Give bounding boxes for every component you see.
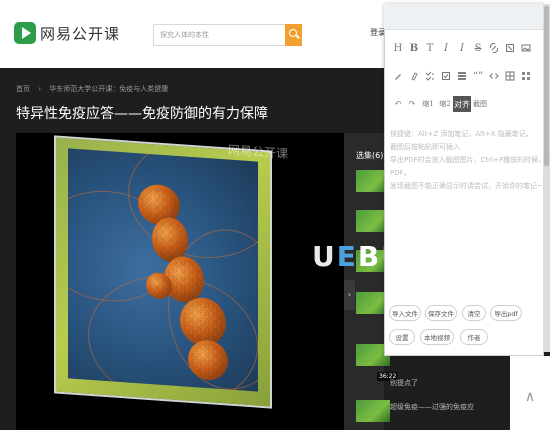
screenshot-button[interactable]: 截图 bbox=[472, 96, 488, 112]
align-button[interactable]: 对齐 bbox=[453, 96, 471, 112]
video-frame-slide bbox=[54, 135, 272, 409]
playlist-item-title[interactable]: 别提点了 bbox=[390, 378, 510, 388]
search-button[interactable] bbox=[285, 24, 302, 46]
export-pdf-button[interactable]: 导出pdf bbox=[490, 305, 522, 321]
editor-hint-line: 导出PDF时会放入截图图片，Ctrl+P播放的时候，添加为 bbox=[390, 156, 550, 164]
bold-button[interactable]: B bbox=[408, 40, 420, 56]
breadcrumb: 首页 › 华东师范大学公开课：免疫与人类健康 bbox=[16, 84, 174, 94]
checkbox-icon[interactable] bbox=[440, 68, 452, 84]
redo-button[interactable]: ↷ bbox=[406, 96, 418, 112]
breadcrumb-separator: › bbox=[38, 85, 42, 93]
lymph-tissue-illustration bbox=[68, 148, 258, 392]
save-file-button[interactable]: 保存文件 bbox=[425, 305, 457, 321]
pen-icon[interactable] bbox=[392, 68, 404, 84]
list-icon[interactable] bbox=[456, 68, 468, 84]
site-brand[interactable]: 网易公开课 bbox=[40, 23, 120, 44]
note-panel-header bbox=[384, 4, 544, 30]
playlist-collapse-button[interactable]: › bbox=[344, 280, 355, 310]
grid-icon[interactable] bbox=[520, 68, 532, 84]
settings-button[interactable]: 设置 bbox=[389, 329, 415, 345]
quote-button[interactable]: “” bbox=[472, 68, 484, 84]
editor-hint-line: 快捷键：Alt+Z 添加笔记，Alt+X 隐藏笔记， bbox=[390, 130, 533, 138]
netease-play-logo-icon[interactable] bbox=[14, 22, 36, 44]
breadcrumb-home-link[interactable]: 首页 bbox=[16, 85, 30, 93]
import-file-button[interactable]: 导入文件 bbox=[389, 305, 421, 321]
strikethrough-button[interactable]: S bbox=[472, 40, 484, 56]
italic-alt-button[interactable]: I bbox=[456, 40, 468, 56]
indent-button[interactable]: 缩1 bbox=[420, 96, 436, 112]
checklist-icon[interactable] bbox=[424, 68, 436, 84]
editor-hint-line: 发现截图不能正确显示时请尝试，开始你的笔记~ bbox=[390, 182, 543, 190]
playlist-label: 选集(6) bbox=[356, 151, 384, 160]
video-player[interactable]: 网易公开课 bbox=[16, 133, 344, 430]
clear-button[interactable]: 清空 bbox=[462, 305, 486, 321]
local-video-button[interactable]: 本地视频 bbox=[420, 329, 454, 345]
text-size-button[interactable]: T bbox=[424, 40, 436, 56]
breadcrumb-course-link[interactable]: 华东师范大学公开课：免疫与人类健康 bbox=[49, 85, 168, 93]
heading-button[interactable]: H bbox=[392, 40, 404, 56]
page-title: 特异性免疫应答——免疫防御的有力保障 bbox=[16, 106, 268, 122]
scrollbar-thumb[interactable] bbox=[544, 6, 549, 166]
playlist-thumbnail[interactable] bbox=[356, 400, 390, 422]
table-icon[interactable] bbox=[504, 68, 516, 84]
editor-hint-line: PDF。 bbox=[390, 169, 411, 177]
code-icon[interactable] bbox=[488, 68, 500, 84]
image-icon[interactable] bbox=[520, 40, 532, 56]
link-icon[interactable] bbox=[488, 40, 500, 56]
italic-button[interactable]: I bbox=[440, 40, 452, 56]
search-input[interactable] bbox=[153, 24, 286, 46]
editor-hint-line: 截图后按粘贴即可插入 bbox=[390, 143, 460, 151]
undo-button[interactable]: ↶ bbox=[392, 96, 404, 112]
back-to-top-button[interactable]: ∧ bbox=[517, 380, 543, 414]
highlight-icon[interactable] bbox=[408, 68, 420, 84]
outdent-button[interactable]: 缩2 bbox=[437, 96, 453, 112]
note-editor-area[interactable]: 快捷键：Alt+Z 添加笔记，Alt+X 隐藏笔记， 截图后按粘贴即可插入 导出… bbox=[390, 128, 550, 288]
author-button[interactable]: 作者 bbox=[460, 329, 488, 345]
clear-format-icon[interactable] bbox=[504, 40, 516, 56]
playlist-item-title[interactable]: 超级免疫——过强的免疫应 bbox=[390, 402, 510, 412]
